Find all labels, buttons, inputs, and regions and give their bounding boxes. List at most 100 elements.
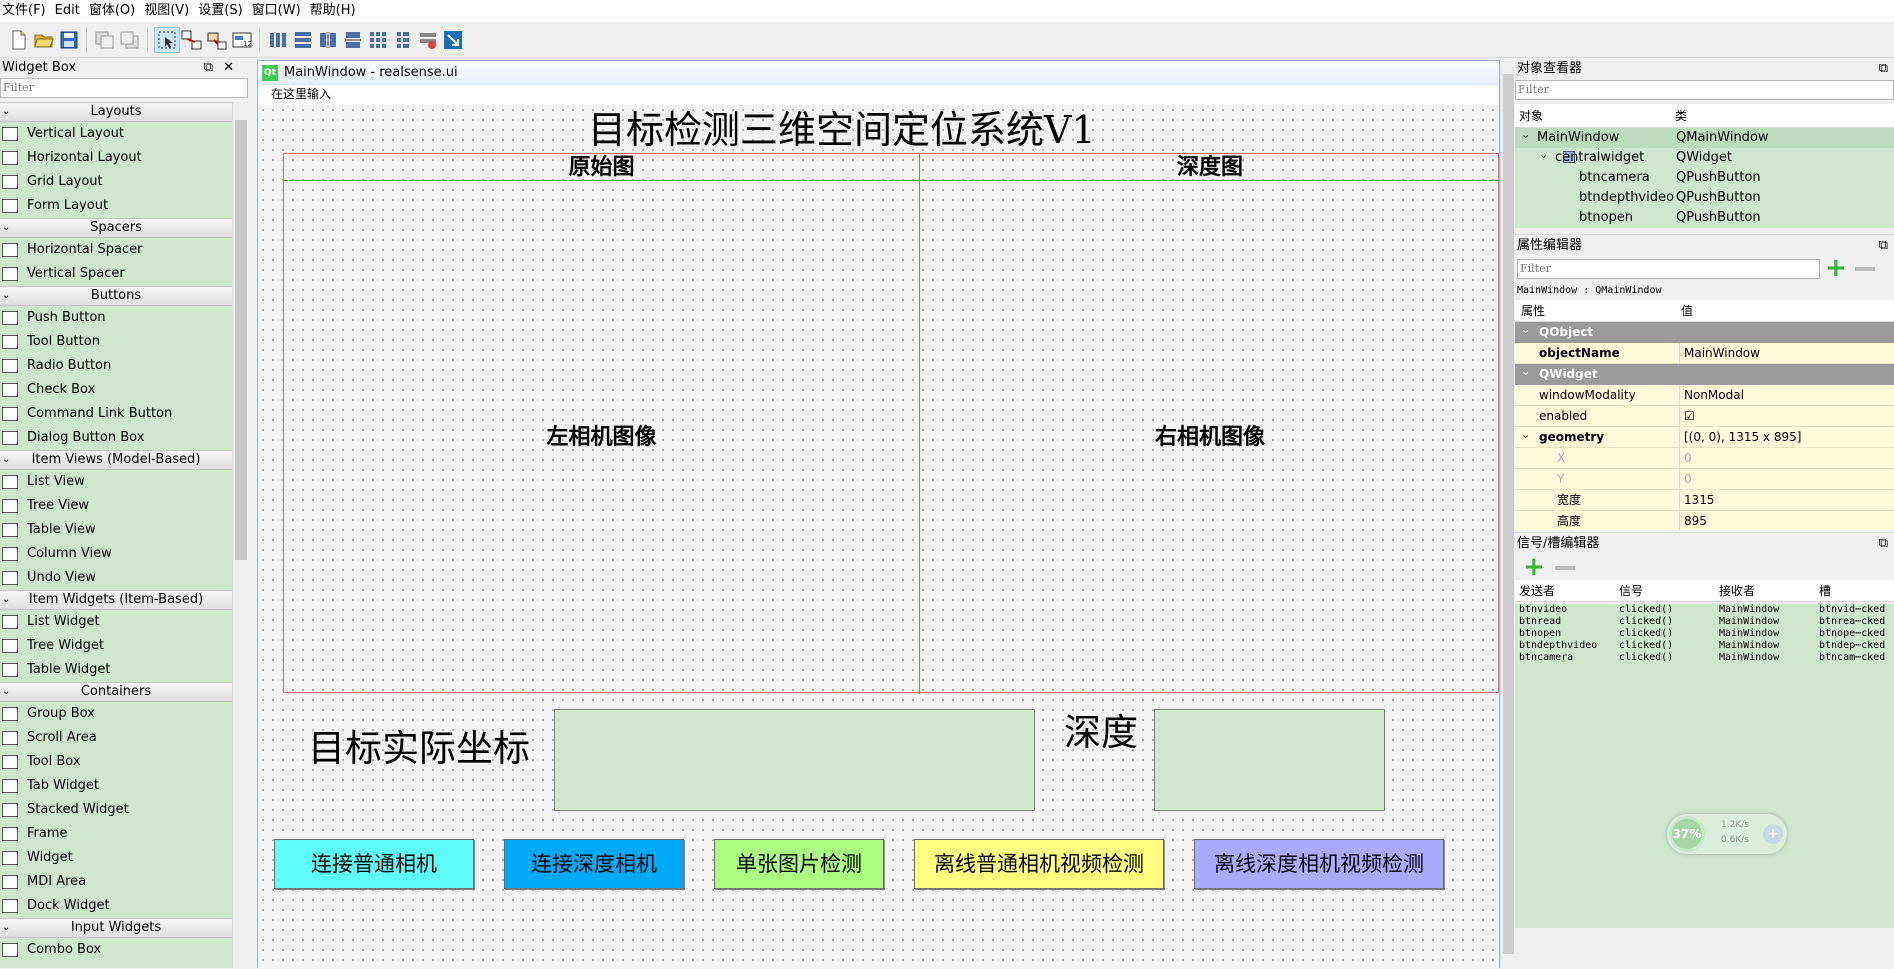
- layout-form-icon[interactable]: [390, 27, 416, 53]
- object-row[interactable]: btndepthvideo QPushButton: [1515, 188, 1894, 208]
- close-icon[interactable]: ✕: [223, 60, 244, 75]
- widget-item[interactable]: Check Box: [0, 378, 232, 402]
- property-row[interactable]: 高度 895: [1515, 511, 1894, 530]
- property-value[interactable]: 895: [1679, 511, 1707, 530]
- remove-icon[interactable]: [1855, 267, 1875, 271]
- right-image-label[interactable]: 右相机图像: [920, 422, 1500, 452]
- chevron-down-icon[interactable]: ⌄: [1521, 125, 1530, 145]
- chevron-down-icon[interactable]: ⌄: [1539, 145, 1548, 165]
- open-file-icon[interactable]: [31, 27, 57, 53]
- chevron-down-icon[interactable]: ⌄: [1521, 322, 1530, 340]
- widget-item[interactable]: Horizontal Spacer: [0, 238, 232, 262]
- object-filter[interactable]: Filter: [1515, 80, 1894, 100]
- layout-horizontal-icon[interactable]: [265, 27, 291, 53]
- col-class[interactable]: 类: [1675, 104, 1687, 128]
- connection-row[interactable]: btndepthvideo clicked() MainWindow btndep⋯c…: [1515, 640, 1894, 652]
- widget-category[interactable]: ⌄ Input Widgets: [0, 918, 232, 938]
- coord-display[interactable]: [554, 709, 1035, 811]
- menu-item-5[interactable]: 窗口(W): [250, 0, 308, 22]
- save-icon[interactable]: [56, 27, 82, 53]
- chevron-down-icon[interactable]: ⌄: [1521, 529, 1530, 530]
- signal-column-header[interactable]: 接收者: [1719, 580, 1755, 602]
- widget-item[interactable]: Stacked Widget: [0, 798, 232, 822]
- edit-tab-order-icon[interactable]: 123: [229, 27, 255, 53]
- widget-item[interactable]: Tool Button: [0, 330, 232, 354]
- form-canvas[interactable]: 目标检测三维空间定位系统V1 原始图 深度图 左相机图像 右相机图像 目标实际坐…: [258, 105, 1500, 969]
- connection-row[interactable]: btnvideo clicked() MainWindow btnvid⋯cked: [1515, 604, 1894, 616]
- signal-column-header[interactable]: 槽: [1819, 580, 1831, 602]
- object-row[interactable]: btnopen QPushButton: [1515, 208, 1894, 228]
- property-value[interactable]: ☑: [1679, 406, 1695, 427]
- widget-category[interactable]: ⌄ Layouts: [0, 102, 232, 122]
- widget-item[interactable]: Horizontal Layout: [0, 146, 232, 170]
- widget-item[interactable]: Tool Box: [0, 750, 232, 774]
- object-row[interactable]: btncamera QPushButton: [1515, 168, 1894, 188]
- widget-box-filter[interactable]: Filter: [0, 78, 248, 98]
- edit-buddies-icon[interactable]: [204, 27, 230, 53]
- property-value[interactable]: 0: [1679, 469, 1692, 490]
- chevron-down-icon[interactable]: ⌄: [2, 103, 10, 121]
- menu-item-6[interactable]: 帮助(H): [308, 0, 363, 22]
- right-header[interactable]: 深度图: [920, 154, 1500, 180]
- property-row[interactable]: X0: [1515, 448, 1894, 469]
- float-icon[interactable]: ⧉: [204, 60, 223, 75]
- depth-label[interactable]: 深度: [1064, 711, 1138, 755]
- chevron-down-icon[interactable]: ⌄: [2, 919, 10, 937]
- property-value[interactable]: NonModal: [1679, 385, 1744, 406]
- widget-item[interactable]: Vertical Spacer: [0, 262, 232, 286]
- col-property[interactable]: 属性: [1521, 300, 1545, 322]
- image-frame[interactable]: 原始图 深度图 左相机图像 右相机图像: [283, 153, 1500, 694]
- property-value[interactable]: MainWindow: [1679, 343, 1760, 364]
- widget-item[interactable]: Column View: [0, 542, 232, 566]
- coord-label[interactable]: 目标实际坐标: [308, 727, 530, 771]
- property-row[interactable]: windowModality NonModal: [1515, 385, 1894, 406]
- layout-h-splitter-icon[interactable]: [315, 27, 341, 53]
- object-row[interactable]: ⌄ MainWindow QMainWindow: [1515, 128, 1894, 148]
- chevron-down-icon[interactable]: ⌄: [2, 591, 10, 609]
- send-to-back-icon[interactable]: [92, 27, 118, 53]
- object-row[interactable]: ⌄ centralwidget QWidget: [1515, 148, 1894, 168]
- plus-icon[interactable]: +: [1763, 824, 1783, 844]
- property-value[interactable]: [(0, 0), 1315 x 895]: [1679, 427, 1801, 448]
- menu-item-0[interactable]: 文件(F): [0, 0, 53, 22]
- offline-normal-video-button[interactable]: 离线普通相机视频检测: [914, 839, 1164, 889]
- menu-item-3[interactable]: 视图(V): [142, 0, 196, 22]
- widget-category[interactable]: ⌄ Item Widgets (Item-Based): [0, 590, 232, 610]
- widget-item[interactable]: Tree View: [0, 494, 232, 518]
- widget-item[interactable]: Scroll Area: [0, 726, 232, 750]
- col-value[interactable]: 值: [1681, 300, 1693, 322]
- connect-depth-camera-button[interactable]: 连接深度相机: [504, 839, 684, 889]
- widget-item[interactable]: Dock Widget: [0, 894, 232, 918]
- connection-row[interactable]: btncamera clicked() MainWindow btncam⋯cked: [1515, 652, 1894, 664]
- widget-item[interactable]: Vertical Layout: [0, 122, 232, 146]
- depth-display[interactable]: [1154, 709, 1385, 811]
- widget-item[interactable]: Combo Box: [0, 938, 232, 962]
- adjust-size-icon[interactable]: [440, 27, 466, 53]
- remove-connection-icon[interactable]: [1555, 566, 1575, 570]
- menu-item-4[interactable]: 设置(S): [196, 0, 249, 22]
- widget-item[interactable]: Form Layout: [0, 194, 232, 218]
- widget-item[interactable]: Command Link Button: [0, 402, 232, 426]
- widget-item[interactable]: Frame: [0, 822, 232, 846]
- property-row[interactable]: 宽度 1315: [1515, 490, 1894, 511]
- form-scrollbar[interactable]: [1500, 58, 1515, 968]
- widget-item[interactable]: Widget: [0, 846, 232, 870]
- float-icon[interactable]: ⧉: [1879, 533, 1888, 555]
- widget-item[interactable]: Table Widget: [0, 658, 232, 682]
- edit-widgets-icon[interactable]: [154, 27, 180, 53]
- widget-item[interactable]: List Widget: [0, 610, 232, 634]
- signal-column-header[interactable]: 信号: [1619, 580, 1643, 602]
- offline-depth-video-button[interactable]: 离线深度相机视频检测: [1194, 839, 1444, 889]
- property-row[interactable]: geometry ⌄ [(0, 0), 1315 x 895]: [1515, 427, 1894, 448]
- break-layout-icon[interactable]: [415, 27, 441, 53]
- widget-item[interactable]: Grid Layout: [0, 170, 232, 194]
- property-value[interactable]: 1315: [1679, 490, 1715, 511]
- property-row[interactable]: Y0: [1515, 469, 1894, 490]
- bring-to-front-icon[interactable]: [117, 27, 143, 53]
- widget-category[interactable]: ⌄ Containers: [0, 682, 232, 702]
- chevron-down-icon[interactable]: ⌄: [2, 451, 10, 469]
- chevron-down-icon[interactable]: ⌄: [2, 219, 10, 237]
- chevron-down-icon[interactable]: ⌄: [1521, 424, 1530, 445]
- layout-grid-icon[interactable]: [365, 27, 391, 53]
- left-image-label[interactable]: 左相机图像: [284, 422, 919, 452]
